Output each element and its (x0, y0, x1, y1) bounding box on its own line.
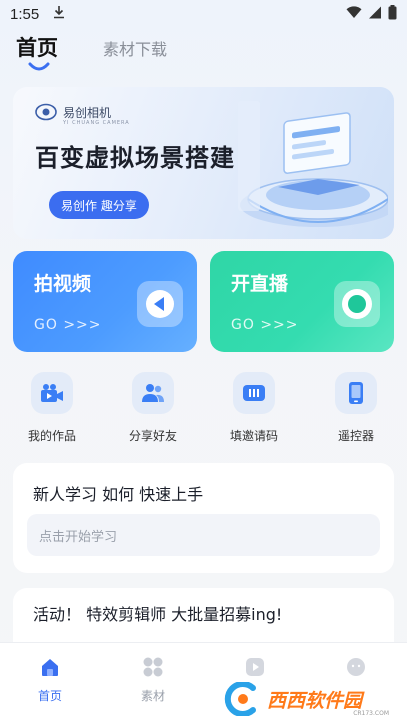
nav-material[interactable]: 素材 (123, 655, 183, 704)
go-live-card[interactable]: 开直播 GO >>> (210, 251, 394, 352)
promo-activity-card[interactable]: 活动！ 特效剪辑师 大批量招募ing! (13, 588, 394, 650)
shortcut-invite-code[interactable]: 填邀请码 (214, 372, 294, 444)
virtual-stage-illustration (238, 101, 388, 227)
shortcut-row: 我的作品 分享好友 填邀请码 遥控器 (0, 372, 407, 452)
users-icon (132, 372, 174, 414)
shoot-video-title: 拍视频 (34, 273, 92, 295)
video-camera-icon (31, 372, 73, 414)
banner-logo: 易创相机 (35, 103, 111, 121)
nav-profile[interactable] (326, 655, 386, 679)
go-live-go: GO >>> (231, 317, 299, 333)
nav-home[interactable]: 首页 (20, 655, 80, 704)
learn-title: 新人学习 如何 快速上手 (33, 485, 204, 504)
shortcut-share-friends[interactable]: 分享好友 (113, 372, 193, 444)
nav-play[interactable] (225, 655, 285, 679)
battery-icon (388, 4, 397, 24)
banner-logo-text: 易创相机 (63, 105, 112, 120)
profile-icon (344, 655, 368, 679)
banner-logo-sub: YI CHUANG CAMERA (63, 120, 130, 126)
phone-remote-icon (335, 372, 377, 414)
watermark-logo-icon (224, 682, 256, 716)
play-back-icon (137, 281, 183, 327)
play-icon (243, 655, 267, 679)
top-tabs: 首页 素材下载 (0, 28, 407, 78)
learn-card: 新人学习 如何 快速上手 点击开始学习 (13, 463, 394, 573)
promo-banner[interactable]: 易创相机 YI CHUANG CAMERA 百变虚拟场景搭建 易创作 趣分享 (13, 87, 394, 239)
camera-logo-icon (35, 103, 57, 121)
shoot-video-card[interactable]: 拍视频 GO >>> (13, 251, 197, 352)
status-bar: 1:55 (0, 0, 407, 28)
start-learning-button[interactable]: 点击开始学习 (27, 514, 380, 556)
go-live-title: 开直播 (231, 273, 289, 295)
watermark-text: 西西软件园 (267, 689, 363, 712)
site-watermark: 西西软件园 CR173.COM (223, 681, 403, 717)
shortcut-remote-control-label: 遥控器 (337, 429, 374, 443)
tab-home[interactable]: 首页 (16, 32, 58, 62)
download-icon (53, 5, 65, 23)
home-icon (38, 655, 62, 679)
active-tab-indicator (28, 62, 50, 71)
shoot-video-go: GO >>> (34, 317, 102, 333)
wifi-icon (346, 5, 362, 23)
banner-pill-button[interactable]: 易创作 趣分享 (49, 191, 149, 219)
nav-material-label: 素材 (140, 689, 165, 703)
record-icon (334, 281, 380, 327)
shortcut-share-friends-label: 分享好友 (128, 429, 177, 443)
grid-icon (141, 655, 165, 679)
status-time: 1:55 (10, 5, 40, 23)
promo-title: 活动！ 特效剪辑师 大批量招募ing! (33, 605, 283, 624)
shortcut-my-works-label: 我的作品 (27, 429, 76, 443)
tab-material-download[interactable]: 素材下载 (103, 36, 167, 60)
shortcut-my-works[interactable]: 我的作品 (12, 372, 92, 444)
banner-title: 百变虚拟场景搭建 (35, 144, 235, 172)
signal-icon (368, 6, 382, 23)
nav-home-label: 首页 (37, 689, 62, 703)
shortcut-remote-control[interactable]: 遥控器 (316, 372, 396, 444)
invite-code-icon (233, 372, 275, 414)
shortcut-invite-code-label: 填邀请码 (229, 429, 278, 443)
watermark-sub: CR173.COM (353, 710, 389, 717)
